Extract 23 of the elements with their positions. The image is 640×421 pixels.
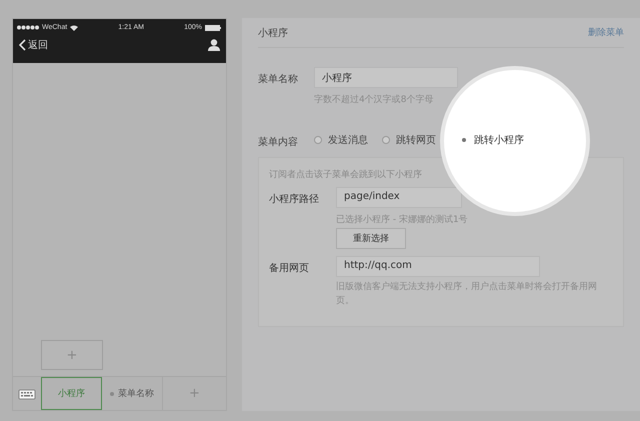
field-label: 备用网页 <box>269 262 310 276</box>
dot-icon <box>110 392 114 396</box>
keyboard-icon <box>18 388 36 400</box>
field-label: 菜单名称 <box>258 72 299 87</box>
menu-item[interactable]: 菜单名称 <box>102 377 163 410</box>
wifi-icon <box>70 24 78 30</box>
chevron-left-icon <box>19 39 26 51</box>
path-field[interactable]: page/index <box>336 187 462 208</box>
menu-name-field[interactable]: 小程序 <box>314 67 458 88</box>
description-text: 订阅者点击该子菜单会跳到以下小程序 <box>269 168 423 181</box>
backup-url-field[interactable]: http://qq.com <box>336 256 540 277</box>
radio-button[interactable] <box>382 136 390 144</box>
signal-icon <box>17 25 39 30</box>
field-label: 菜单内容 <box>258 136 299 149</box>
radio-option[interactable]: 跳转网页 <box>382 132 436 146</box>
menu-title: 小程序 <box>258 26 288 40</box>
radio-button[interactable] <box>314 136 322 144</box>
battery-icon <box>204 24 221 30</box>
person-icon <box>208 39 220 51</box>
reselect-button[interactable]: 重新选择 <box>336 228 406 249</box>
radio-option[interactable]: 发送消息 <box>314 132 368 146</box>
back-button[interactable]: 返回 <box>19 38 48 52</box>
field-label: 小程序路径 <box>269 192 320 207</box>
